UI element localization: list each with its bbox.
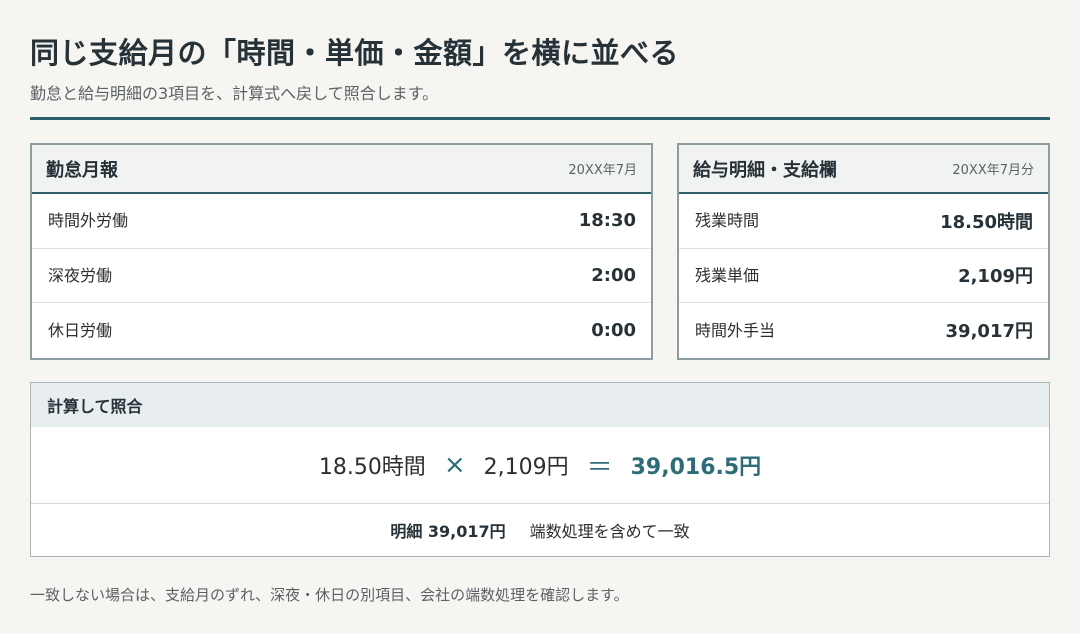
payslip-row-overtime-rate: 残業単価 2,109円	[679, 249, 1048, 303]
payslip-amount: 明細 39,017円	[390, 522, 506, 541]
attendance-row-value: 18:30	[578, 210, 636, 232]
payslip-row-label: 残業時間	[695, 211, 760, 231]
payslip-card-header: 給与明細・支給欄 20XX年7月分	[679, 145, 1048, 194]
payslip-row-overtime-allowance: 時間外手当 39,017円	[679, 303, 1048, 358]
formula-hours: 18.50時間	[318, 455, 426, 480]
calculation-title: 計算して照合	[31, 383, 1049, 427]
multiply-operator: ×	[443, 450, 466, 480]
attendance-card-title: 勤怠月報	[46, 159, 118, 181]
attendance-row-label: 時間外労働	[48, 211, 129, 231]
formula-rate: 2,109円	[483, 455, 569, 480]
page-title: 同じ支給月の「時間・単価・金額」を横に並べる	[30, 36, 680, 70]
payslip-row-label: 残業単価	[695, 265, 760, 285]
attendance-row-night: 深夜労働 2:00	[32, 249, 651, 303]
payslip-card-period: 20XX年7月分	[952, 163, 1034, 178]
bottom-note: 一致しない場合は、支給月のずれ、深夜・休日の別項目、会社の端数処理を確認します。	[30, 586, 629, 604]
attendance-row-holiday: 休日労働 0:00	[32, 303, 651, 358]
attendance-row-label: 深夜労働	[48, 265, 113, 285]
attendance-row-label: 休日労働	[48, 320, 113, 340]
attendance-card: 勤怠月報 20XX年7月 時間外労働 18:30 深夜労働 2:00 休日労働 …	[30, 143, 653, 360]
formula-result: 39,016.5円	[630, 455, 762, 480]
attendance-row-value: 2:00	[591, 264, 636, 286]
calculation-panel: 計算して照合 18.50時間 × 2,109円 ＝ 39,016.5円 明細 3…	[30, 382, 1050, 557]
attendance-card-header: 勤怠月報 20XX年7月	[32, 145, 651, 194]
attendance-row-value: 0:00	[591, 319, 636, 341]
calculation-formula: 18.50時間 × 2,109円 ＝ 39,016.5円	[31, 427, 1049, 504]
payslip-row-label: 時間外手当	[695, 320, 776, 340]
payslip-row-overtime-hours: 残業時間 18.50時間	[679, 194, 1048, 249]
attendance-row-overtime: 時間外労働 18:30	[32, 194, 651, 249]
payslip-row-value: 39,017円	[945, 321, 1033, 343]
payslip-card: 給与明細・支給欄 20XX年7月分 残業時間 18.50時間 残業単価 2,10…	[677, 143, 1050, 360]
page-subtitle: 勤怠と給与明細の3項目を、計算式へ戻して照合します。	[30, 84, 439, 103]
payslip-row-value: 2,109円	[958, 266, 1033, 288]
payslip-card-title: 給与明細・支給欄	[693, 159, 837, 181]
payslip-row-value: 18.50時間	[940, 211, 1033, 233]
equals-operator: ＝	[586, 452, 613, 483]
match-status: 端数処理を含めて一致	[529, 522, 690, 541]
attendance-card-period: 20XX年7月	[568, 163, 637, 178]
calculation-footer: 明細 39,017円 端数処理を含めて一致	[31, 504, 1049, 556]
title-divider	[30, 117, 1050, 120]
